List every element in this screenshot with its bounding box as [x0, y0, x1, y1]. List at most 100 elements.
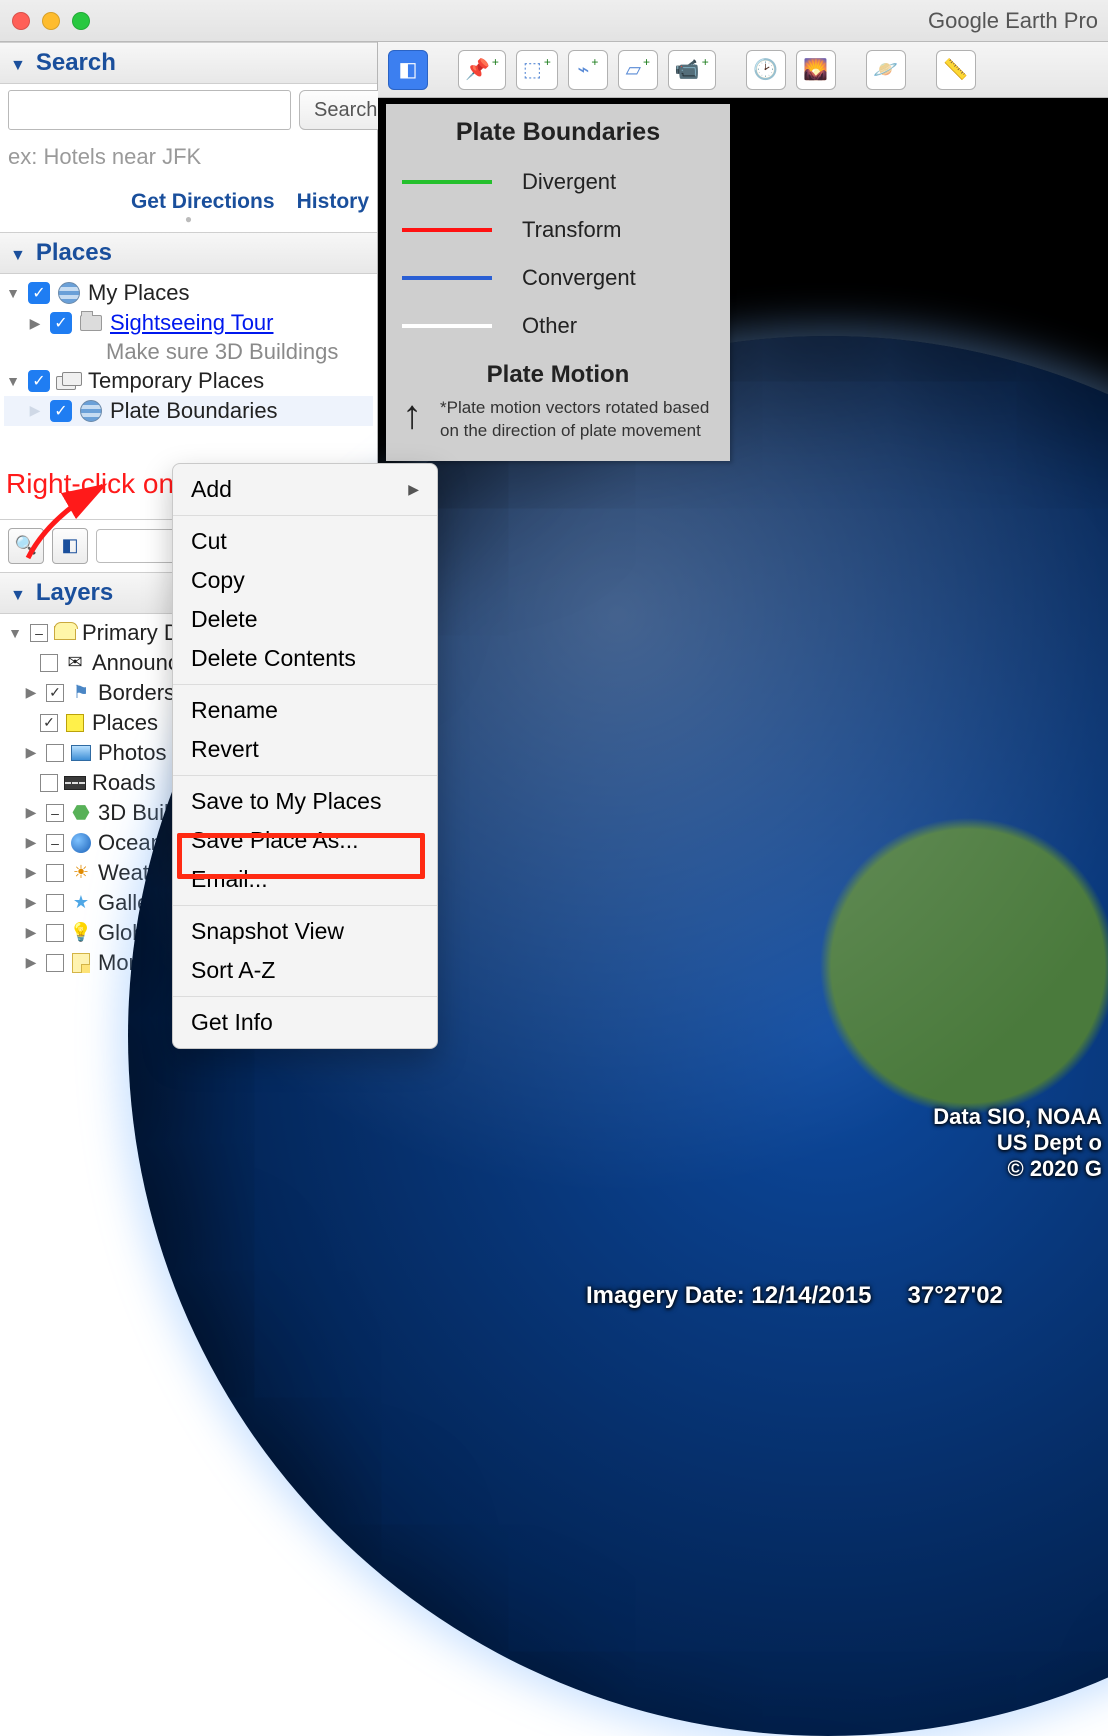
temporary-places-label: Temporary Places: [88, 368, 264, 394]
disclosure-icon[interactable]: [22, 684, 40, 701]
legend-line-icon: [402, 276, 492, 280]
photo-icon: [71, 745, 91, 761]
disclosure-icon[interactable]: [22, 864, 40, 881]
my-places-label: My Places: [88, 280, 189, 306]
my-places-row[interactable]: My Places: [4, 278, 373, 308]
places-icon: [64, 714, 86, 732]
search-input[interactable]: [8, 90, 291, 130]
checkbox[interactable]: [30, 624, 48, 642]
record-tour-button[interactable]: 📹+: [668, 50, 716, 90]
earth-icon: [71, 833, 91, 853]
database-icon: [54, 626, 76, 640]
minimize-icon[interactable]: [42, 12, 60, 30]
sightseeing-row[interactable]: Sightseeing Tour: [4, 308, 373, 338]
sightseeing-link[interactable]: Sightseeing Tour: [110, 310, 274, 336]
panel-resize-handle[interactable]: ●: [8, 216, 369, 222]
add-image-overlay-button[interactable]: ▱+: [618, 50, 658, 90]
arrow-up-icon: ↑: [402, 397, 422, 433]
disclosure-icon[interactable]: [22, 744, 40, 761]
ctx-snapshot-view[interactable]: Snapshot View: [173, 912, 437, 951]
checkbox[interactable]: [46, 744, 64, 762]
temporary-places-row[interactable]: Temporary Places: [4, 366, 373, 396]
sunlight-button[interactable]: 🌄: [796, 50, 836, 90]
zoom-icon[interactable]: [72, 12, 90, 30]
disclosure-icon[interactable]: [22, 804, 40, 821]
ctx-save-place-as[interactable]: Save Place As...: [173, 821, 437, 860]
buildings-icon: ⬣: [70, 800, 92, 825]
checkbox[interactable]: [46, 684, 64, 702]
sidebar-toggle-button[interactable]: ◧: [388, 50, 428, 90]
places-panel-header[interactable]: Places: [0, 232, 377, 274]
envelope-icon: ✉︎: [64, 652, 86, 673]
search-header-label: Search: [36, 49, 116, 77]
disclosure-icon[interactable]: [4, 373, 22, 389]
history-link[interactable]: History: [297, 190, 369, 213]
checkbox[interactable]: [28, 282, 50, 304]
add-placemark-button[interactable]: 📌+: [458, 50, 506, 90]
ctx-add[interactable]: Add: [173, 470, 437, 509]
ctx-get-info[interactable]: Get Info: [173, 1003, 437, 1042]
checkbox[interactable]: [50, 312, 72, 334]
legend-line-icon: [402, 180, 492, 184]
checkbox[interactable]: [40, 714, 58, 732]
close-icon[interactable]: [12, 12, 30, 30]
checkbox[interactable]: [40, 774, 58, 792]
coordinates: 37°27'02: [908, 1282, 1003, 1310]
disclosure-icon[interactable]: [26, 402, 44, 419]
disclosure-icon[interactable]: [26, 315, 44, 332]
plate-boundaries-row[interactable]: Plate Boundaries: [4, 396, 373, 426]
disclosure-icon[interactable]: [6, 625, 24, 641]
checkbox[interactable]: [46, 804, 64, 822]
legend-line-icon: [402, 324, 492, 328]
status-bar: Imagery Date: 12/14/2015 37°27'02: [578, 1276, 1108, 1316]
disclosure-icon[interactable]: [4, 285, 22, 301]
checkbox[interactable]: [46, 864, 64, 882]
historical-imagery-button[interactable]: 🕑: [746, 50, 786, 90]
ctx-cut[interactable]: Cut: [173, 522, 437, 561]
add-polygon-button[interactable]: ⬚+: [516, 50, 558, 90]
sun-icon: ☀︎: [70, 862, 92, 883]
note-icon: [72, 953, 90, 973]
imagery-credits: Data SIO, NOAA US Dept o © 2020 G: [933, 1104, 1102, 1182]
disclosure-icon[interactable]: [22, 924, 40, 941]
legend-label: Other: [522, 313, 577, 339]
map-viewport[interactable]: ◧ 📌+ ⬚+ ⌁+ ▱+ 📹+ 🕑 🌄 🪐 📏: [378, 42, 1108, 1316]
search-hint: ex: Hotels near JFK: [8, 144, 369, 170]
disclosure-icon[interactable]: [22, 834, 40, 851]
layer-label: Photos: [98, 740, 167, 766]
ctx-sort-a-z[interactable]: Sort A-Z: [173, 951, 437, 990]
ctx-delete[interactable]: Delete: [173, 600, 437, 639]
legend-title: Plate Boundaries: [402, 118, 714, 147]
get-directions-link[interactable]: Get Directions: [131, 190, 275, 213]
legend-subtitle: Plate Motion: [402, 361, 714, 389]
checkbox[interactable]: [46, 894, 64, 912]
window-controls: [12, 12, 90, 30]
ruler-button[interactable]: 📏: [936, 50, 976, 90]
checkbox[interactable]: [28, 370, 50, 392]
globe-icon: [58, 282, 80, 304]
checkbox[interactable]: [46, 834, 64, 852]
ctx-revert[interactable]: Revert: [173, 730, 437, 769]
checkbox[interactable]: [46, 954, 64, 972]
ctx-save-to-my-places[interactable]: Save to My Places: [173, 782, 437, 821]
legend-label: Transform: [522, 217, 621, 243]
legend-line-icon: [402, 228, 492, 232]
ctx-copy[interactable]: Copy: [173, 561, 437, 600]
planet-button[interactable]: 🪐: [866, 50, 906, 90]
add-path-button[interactable]: ⌁+: [568, 50, 608, 90]
search-panel-header[interactable]: Search: [0, 42, 377, 84]
folder-icon: [80, 315, 102, 331]
ctx-rename[interactable]: Rename: [173, 691, 437, 730]
disclosure-icon[interactable]: [22, 954, 40, 971]
window-title: Google Earth Pro: [928, 0, 1098, 42]
folder-stack-icon: [56, 372, 82, 390]
bulb-icon: 💡: [70, 922, 92, 943]
ctx-delete-contents[interactable]: Delete Contents: [173, 639, 437, 678]
checkbox[interactable]: [40, 654, 58, 672]
disclosure-icon[interactable]: [22, 894, 40, 911]
legend-label: Convergent: [522, 265, 636, 291]
plate-boundaries-label: Plate Boundaries: [110, 398, 278, 424]
checkbox[interactable]: [50, 400, 72, 422]
checkbox[interactable]: [46, 924, 64, 942]
ctx-email[interactable]: Email...: [173, 860, 437, 899]
